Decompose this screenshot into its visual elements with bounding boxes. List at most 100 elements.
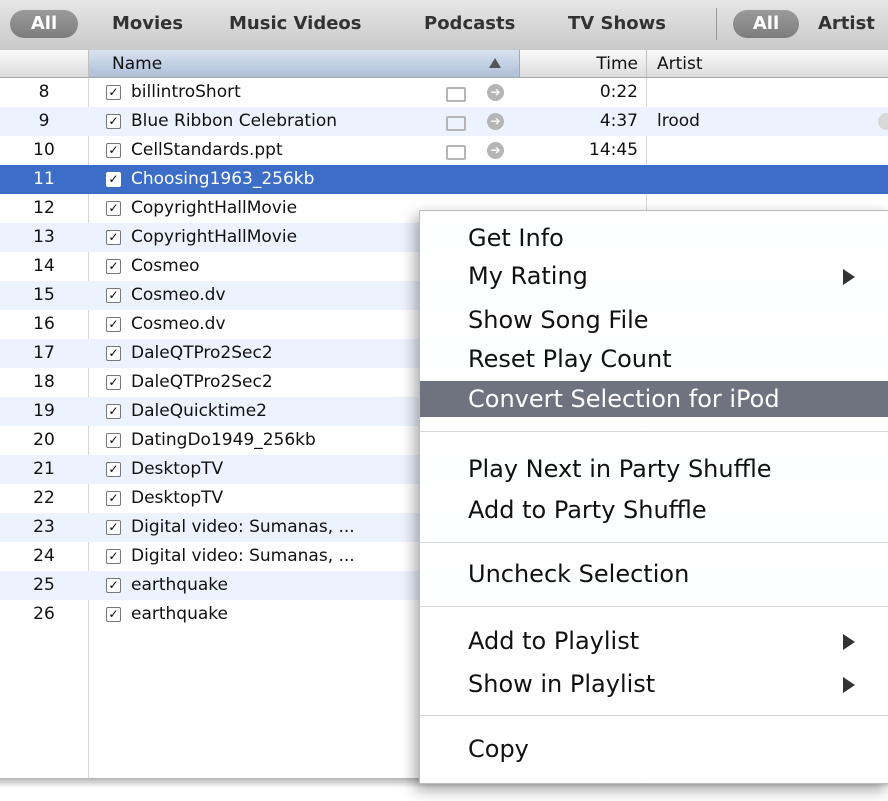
track-name: DesktopTV — [131, 488, 224, 508]
track-checkbox[interactable]: ✓ — [106, 346, 121, 361]
track-checkbox[interactable]: ✓ — [106, 230, 121, 245]
track-number: 21 — [33, 459, 55, 479]
artist-column-label: Artist — [657, 54, 703, 74]
track-name: DaleQTPro2Sec2 — [131, 343, 273, 363]
track-number: 15 — [33, 285, 55, 305]
track-checkbox[interactable]: ✓ — [106, 549, 121, 564]
track-checkbox[interactable]: ✓ — [106, 259, 121, 274]
track-checkbox[interactable]: ✓ — [106, 520, 121, 535]
time-column-header[interactable]: Time — [520, 50, 647, 77]
track-artist: lrood — [657, 111, 700, 131]
track-name: DaleQTPro2Sec2 — [131, 372, 273, 392]
filter-movies[interactable]: Movies — [112, 10, 183, 38]
column-header: Name Time Artist — [0, 50, 888, 78]
track-checkbox[interactable]: ✓ — [106, 578, 121, 593]
menu-item-convert-selection[interactable]: Convert Selection for iPod — [420, 381, 888, 417]
track-name: earthquake — [131, 575, 228, 595]
track-checkbox[interactable]: ✓ — [106, 375, 121, 390]
track-name: billintroShort — [131, 82, 241, 102]
menu-item-get-info[interactable]: Get Info — [420, 220, 888, 256]
arrow-link-icon[interactable]: ➔ — [487, 142, 504, 159]
track-checkbox[interactable]: ✓ — [106, 491, 121, 506]
track-name: earthquake — [131, 604, 228, 624]
menu-separator — [420, 715, 888, 716]
menu-item-label: Show Song File — [468, 306, 649, 334]
track-checkbox[interactable]: ✓ — [106, 201, 121, 216]
number-column-header[interactable] — [0, 50, 89, 77]
track-number: 10 — [33, 140, 55, 160]
track-checkbox[interactable]: ✓ — [106, 462, 121, 477]
menu-separator — [420, 606, 888, 607]
table-row[interactable]: 11 ✓ Choosing1963_256kb — [0, 165, 888, 194]
track-name: DesktopTV — [131, 459, 224, 479]
track-number: 19 — [33, 401, 55, 421]
menu-item-label: My Rating — [468, 262, 588, 290]
menu-item-label: Convert Selection for iPod — [468, 385, 780, 413]
track-number: 24 — [33, 546, 55, 566]
menu-item-uncheck-selection[interactable]: Uncheck Selection — [420, 556, 888, 592]
time-column-label: Time — [596, 54, 638, 74]
sort-ascending-icon — [489, 58, 501, 68]
track-name: Digital video: Sumanas, ... — [131, 546, 355, 566]
track-number: 23 — [33, 517, 55, 537]
context-menu: Get Info My Rating Show Song File Reset … — [419, 210, 888, 784]
arrow-link-icon[interactable]: ➔ — [487, 84, 504, 101]
track-number: 13 — [33, 227, 55, 247]
menu-item-label: Show in Playlist — [468, 670, 656, 698]
track-name: CopyrightHallMovie — [131, 198, 298, 218]
filter-tv-shows[interactable]: TV Shows — [568, 10, 666, 38]
track-checkbox[interactable]: ✓ — [106, 172, 121, 187]
track-checkbox[interactable]: ✓ — [106, 404, 121, 419]
track-number: 8 — [38, 82, 50, 102]
menu-item-reset-play-count[interactable]: Reset Play Count — [420, 341, 888, 377]
menu-item-add-party-shuffle[interactable]: Add to Party Shuffle — [420, 492, 888, 528]
menu-item-label: Add to Playlist — [468, 627, 640, 655]
track-checkbox[interactable]: ✓ — [106, 607, 121, 622]
track-name: Choosing1963_256kb — [131, 169, 315, 189]
tv-icon — [446, 116, 466, 131]
menu-item-copy[interactable]: Copy — [420, 731, 888, 767]
menu-item-label: Reset Play Count — [468, 345, 672, 373]
filter-all-pill[interactable]: All — [10, 10, 78, 38]
track-checkbox[interactable]: ✓ — [106, 317, 121, 332]
status-dot-icon — [878, 113, 888, 130]
menu-item-label: Uncheck Selection — [468, 560, 690, 588]
artist-all-pill[interactable]: All — [733, 10, 799, 38]
menu-item-add-to-playlist[interactable]: Add to Playlist — [420, 623, 888, 659]
tv-icon — [446, 145, 466, 160]
table-row[interactable]: 9 ✓ Blue Ribbon Celebration ➔ 4:37 lrood — [0, 107, 888, 136]
track-time: 4:37 — [599, 111, 638, 131]
track-checkbox[interactable]: ✓ — [106, 114, 121, 129]
track-number: 16 — [33, 314, 55, 334]
track-number: 18 — [33, 372, 55, 392]
track-checkbox[interactable]: ✓ — [106, 288, 121, 303]
filter-music-videos[interactable]: Music Videos — [229, 10, 362, 38]
table-row[interactable]: 10 ✓ CellStandards.ppt ➔ 14:45 — [0, 136, 888, 165]
menu-separator — [420, 431, 888, 432]
track-name: CopyrightHallMovie — [131, 227, 298, 247]
table-row[interactable]: 8 ✓ billintroShort ➔ 0:22 — [0, 78, 888, 107]
menu-separator — [420, 542, 888, 543]
arrow-link-icon[interactable]: ➔ — [487, 113, 504, 130]
name-column-label: Name — [112, 54, 163, 74]
menu-item-play-next-party-shuffle[interactable]: Play Next in Party Shuffle — [420, 451, 888, 487]
menu-item-my-rating[interactable]: My Rating — [420, 258, 888, 294]
tv-icon — [446, 87, 466, 102]
name-column-header[interactable]: Name — [89, 50, 520, 77]
filter-artist[interactable]: Artist — [818, 10, 875, 38]
track-checkbox[interactable]: ✓ — [106, 143, 121, 158]
menu-item-show-song-file[interactable]: Show Song File — [420, 302, 888, 338]
menu-item-show-in-playlist[interactable]: Show in Playlist — [420, 666, 888, 702]
track-name: DatingDo1949_256kb — [131, 430, 316, 450]
track-name: Cosmeo.dv — [131, 314, 226, 334]
browser-filter-bar: All Movies Music Videos Podcasts TV Show… — [0, 0, 888, 51]
submenu-arrow-icon — [843, 269, 855, 285]
filter-separator — [716, 8, 717, 40]
menu-item-label: Add to Party Shuffle — [468, 496, 707, 524]
track-name: Blue Ribbon Celebration — [131, 111, 337, 131]
track-name: CellStandards.ppt — [131, 140, 283, 160]
menu-item-label: Get Info — [468, 224, 564, 252]
filter-podcasts[interactable]: Podcasts — [424, 10, 515, 38]
track-checkbox[interactable]: ✓ — [106, 433, 121, 448]
track-checkbox[interactable]: ✓ — [106, 85, 121, 100]
